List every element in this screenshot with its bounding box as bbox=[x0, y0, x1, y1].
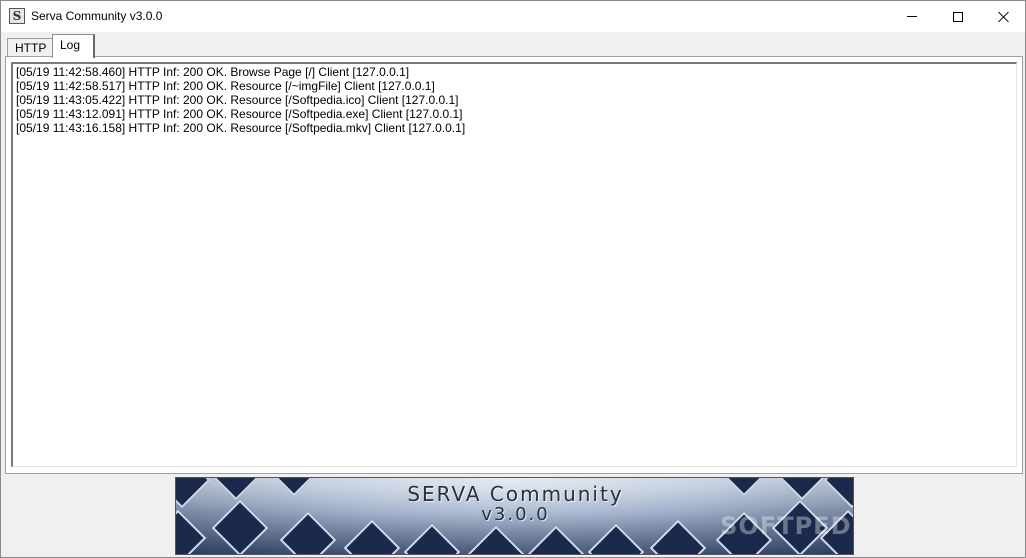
log-output[interactable]: [05/19 11:42:58.460] HTTP Inf: 200 OK. B… bbox=[11, 62, 1017, 467]
maximize-button[interactable] bbox=[935, 1, 981, 32]
banner-tile bbox=[649, 519, 707, 554]
banner-tile bbox=[467, 525, 525, 554]
title-bar[interactable]: S Serva Community v3.0.0 bbox=[1, 1, 1025, 32]
banner-tile bbox=[343, 519, 401, 554]
log-line: [05/19 11:42:58.517] HTTP Inf: 200 OK. R… bbox=[16, 79, 435, 93]
log-line: [05/19 11:43:12.091] HTTP Inf: 200 OK. R… bbox=[16, 107, 463, 121]
tab-http[interactable]: HTTP bbox=[7, 38, 53, 57]
serva-app-icon[interactable]: S bbox=[9, 8, 25, 24]
maximize-icon bbox=[953, 11, 963, 22]
softpedia-watermark: SOFTPEDIA bbox=[720, 512, 853, 540]
minimize-button[interactable] bbox=[889, 1, 935, 32]
tab-log[interactable]: Log bbox=[52, 34, 95, 58]
minimize-icon bbox=[907, 16, 917, 17]
banner-tile bbox=[587, 523, 645, 554]
close-button[interactable] bbox=[981, 1, 1026, 32]
log-tab-panel: [05/19 11:42:58.460] HTTP Inf: 200 OK. B… bbox=[5, 56, 1023, 474]
serva-banner-image: SERVA Community v3.0.0 SOFTPEDIA bbox=[175, 477, 854, 555]
close-icon bbox=[998, 11, 1010, 23]
log-line: [05/19 11:42:58.460] HTTP Inf: 200 OK. B… bbox=[16, 65, 410, 79]
app-window: S Serva Community v3.0.0 HTTP Log [05/19… bbox=[0, 0, 1026, 558]
banner-tile bbox=[527, 525, 585, 554]
log-line: [05/19 11:43:05.422] HTTP Inf: 200 OK. R… bbox=[16, 93, 459, 107]
banner-tile bbox=[403, 523, 461, 554]
log-line: [05/19 11:43:16.158] HTTP Inf: 200 OK. R… bbox=[16, 121, 466, 135]
tab-strip: HTTP Log bbox=[5, 33, 1023, 58]
banner-title: SERVA Community bbox=[407, 482, 624, 506]
window-title: Serva Community v3.0.0 bbox=[31, 9, 163, 23]
